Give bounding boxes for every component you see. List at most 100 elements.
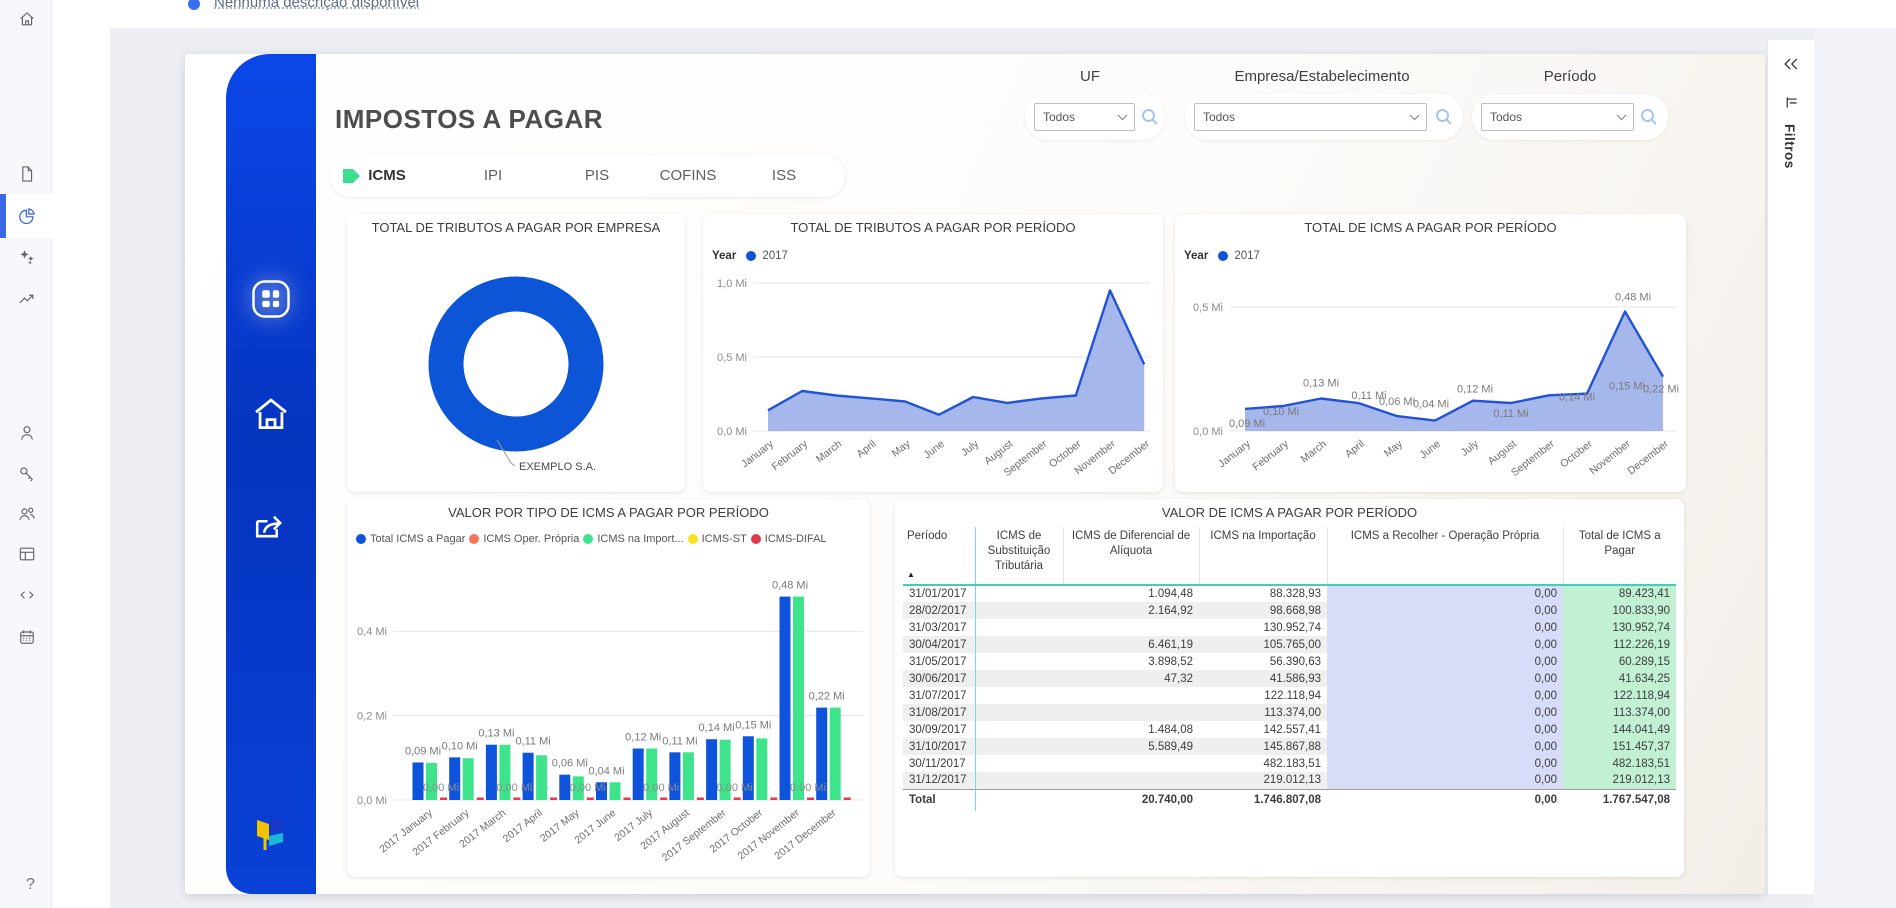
bar-icms-difal[interactable] [440,798,447,801]
sort-ascending-icon[interactable]: ▲ [907,570,915,580]
home-icon[interactable]: .f{fill:#5f6672;stroke:none} [17,9,37,29]
people-icon[interactable]: .f{fill:#5f6672;stroke:none} [17,504,37,524]
table-cell [975,636,1063,653]
legend-dot [469,534,479,544]
table-row[interactable]: 30/09/20171.484,08142.557,410,00144.041,… [903,721,1676,738]
bar-total-icms[interactable] [706,739,717,800]
column-header[interactable]: ICMS a Recolher - Operação Própria [1327,527,1563,585]
tab-icms[interactable]: ICMS [368,155,406,197]
filter-label-uf: UF [1080,68,1100,85]
bar-total-icms[interactable] [633,749,644,800]
bar-icms-difal[interactable] [697,798,704,801]
table-row[interactable]: 31/08/2017113.374,000,00113.374,00 [903,704,1676,721]
power-bi-screen: Nenhuma descrição disponível .f{fill:#5f… [0,0,1896,908]
table-row[interactable]: 31/07/2017122.118,940,00122.118,94 [903,687,1676,704]
help-icon[interactable]: ? [26,876,35,894]
column-header[interactable]: ICMS na Importação [1199,527,1327,585]
bar-total-icms[interactable] [486,745,497,800]
card-tributos-por-periodo[interactable]: TOTAL DE TRIBUTOS A PAGAR POR PERÍODO Ye… [703,214,1163,492]
report-description-link[interactable]: Nenhuma descrição disponível [214,0,419,12]
bar-total-icms[interactable] [780,597,791,800]
table-cell: 0,00 [1327,772,1563,789]
tab-cofins[interactable]: COFINS [660,155,717,197]
filter-pane-icon[interactable] [1783,94,1800,111]
table-cell [975,602,1063,619]
table-row[interactable]: 31/03/2017130.952,740,00130.952,74 [903,619,1676,636]
bar-icms-importacao[interactable] [683,752,694,800]
chart-legend: Total ICMS a PagarICMS Oper. PrópriaICMS… [356,533,827,545]
bar-icms-difal[interactable] [770,797,777,800]
card-tributos-por-empresa[interactable]: TOTAL DE TRIBUTOS A PAGAR POR EMPRESA EX… [347,214,685,492]
code-icon[interactable]: .f{fill:#5f6672;stroke:none} [17,585,37,605]
filters-pane-label[interactable]: Filtros [1782,124,1797,169]
table-cell [1063,687,1199,704]
column-header[interactable]: ICMS de Diferencial de Alíquota [1063,527,1199,585]
table-cell: 60.289,15 [1563,653,1676,670]
home-outline-icon[interactable] [248,392,294,443]
table-cell: 0,00 [1327,704,1563,721]
table-row[interactable]: 28/02/20172.164,9298.668,980,00100.833,9… [903,602,1676,619]
bar-icms-difal[interactable] [477,798,484,801]
table-row[interactable]: 31/12/2017219.012,130,00219.012,13 [903,772,1676,789]
bar-total-icms[interactable] [559,775,570,800]
x-axis-label: June [922,438,947,462]
pie-chart-icon[interactable]: .f{fill:#2b5cd9;stroke:none} [17,206,37,226]
table-row[interactable]: 31/05/20173.898,5256.390,630,0060.289,15 [903,653,1676,670]
card-valor-tipo-icms[interactable]: VALOR POR TIPO DE ICMS A PAGAR POR PERÍO… [347,499,870,877]
search-icon[interactable] [1140,107,1160,127]
document-icon[interactable]: .f{fill:#5f6672;stroke:none} [17,164,37,184]
person-icon[interactable]: .f{fill:#5f6672;stroke:none} [17,423,37,443]
card-icms-por-periodo[interactable]: TOTAL DE ICMS A PAGAR POR PERÍODO Year20… [1175,214,1686,492]
bar-total-icms[interactable] [413,762,424,800]
trend-up-icon[interactable]: .f{fill:#5f6672;stroke:none} [17,289,37,309]
search-icon[interactable] [1639,107,1659,127]
tab-pis[interactable]: PIS [585,155,609,197]
bar-icms-difal[interactable] [734,798,741,801]
calendar-icon[interactable]: .f{fill:#5f6672;stroke:none} [17,627,37,647]
bar-icms-difal[interactable] [660,798,667,801]
dashboard-grid-icon[interactable] [246,274,296,329]
tab-ipi[interactable]: IPI [484,155,502,197]
bar-chart[interactable]: 0,4 Mi0,2 Mi0,0 Mi0,09 Mi2017 January0,1… [347,499,870,877]
periodo-dropdown[interactable]: Todos [1481,103,1634,131]
empresa-dropdown[interactable]: Todos [1194,103,1427,131]
icms-data-table: Período▲ICMS de Substituição TributáriaI… [903,527,1676,811]
column-header[interactable]: ICMS de Substituição Tributária [975,527,1063,585]
bar-icms-importacao[interactable] [463,758,474,800]
card-tabela-icms[interactable]: VALOR DE ICMS A PAGAR POR PERÍODO Períod… [895,499,1684,877]
table-row[interactable]: 30/11/2017482.183,510,00482.183,51 [903,755,1676,772]
table-row[interactable]: 30/06/201747,3241.586,930,0041.634,25 [903,670,1676,687]
bar-icms-difal[interactable] [587,798,594,801]
bar-icms-difal[interactable] [807,798,814,801]
bar-icms-difal[interactable] [844,798,851,801]
table-row[interactable]: 31/10/20175.589,49145.867,880,00151.457,… [903,738,1676,755]
x-axis-label: July [1459,437,1482,458]
sparkles-icon[interactable]: .f{fill:#8334e3;stroke:none} [17,247,37,267]
tab-iss[interactable]: ISS [772,155,796,197]
column-header[interactable]: Total de ICMS a Pagar [1563,527,1676,585]
search-icon[interactable] [1434,107,1454,127]
table-row[interactable]: 31/01/20171.094,4888.328,930,0089.423,41 [903,585,1676,602]
description-bar: Nenhuma descrição disponível [110,0,1896,28]
bar-icms-importacao[interactable] [536,755,547,800]
table-row[interactable]: 30/04/20176.461,19105.765,000,00112.226,… [903,636,1676,653]
bar-icms-difal[interactable] [550,797,557,800]
bar-icms-importacao[interactable] [793,597,804,800]
donut-chart[interactable]: EXEMPLO S.A. [347,214,685,492]
table-cell: 31/12/2017 [903,772,975,789]
bar-icms-importacao[interactable] [830,708,841,800]
uf-dropdown[interactable]: Todos [1034,103,1135,131]
layout-icon[interactable]: .f{fill:#5f6672;stroke:none} [17,544,37,564]
active-tab-marker-icon [343,169,361,188]
bar-icms-importacao[interactable] [756,738,767,800]
table-cell: 1.484,08 [1063,721,1199,738]
column-header[interactable]: Período▲ [903,527,975,585]
share-icon[interactable] [248,504,294,555]
bar-icms-difal[interactable] [624,798,631,801]
table-cell [975,738,1063,755]
collapse-double-chevron-icon[interactable] [1781,56,1801,72]
table-cell: 3.898,52 [1063,653,1199,670]
bar-icms-importacao[interactable] [610,782,621,800]
key-icon[interactable]: .f{fill:#5f6672;stroke:none} [17,464,37,484]
bar-icms-difal[interactable] [513,798,520,801]
